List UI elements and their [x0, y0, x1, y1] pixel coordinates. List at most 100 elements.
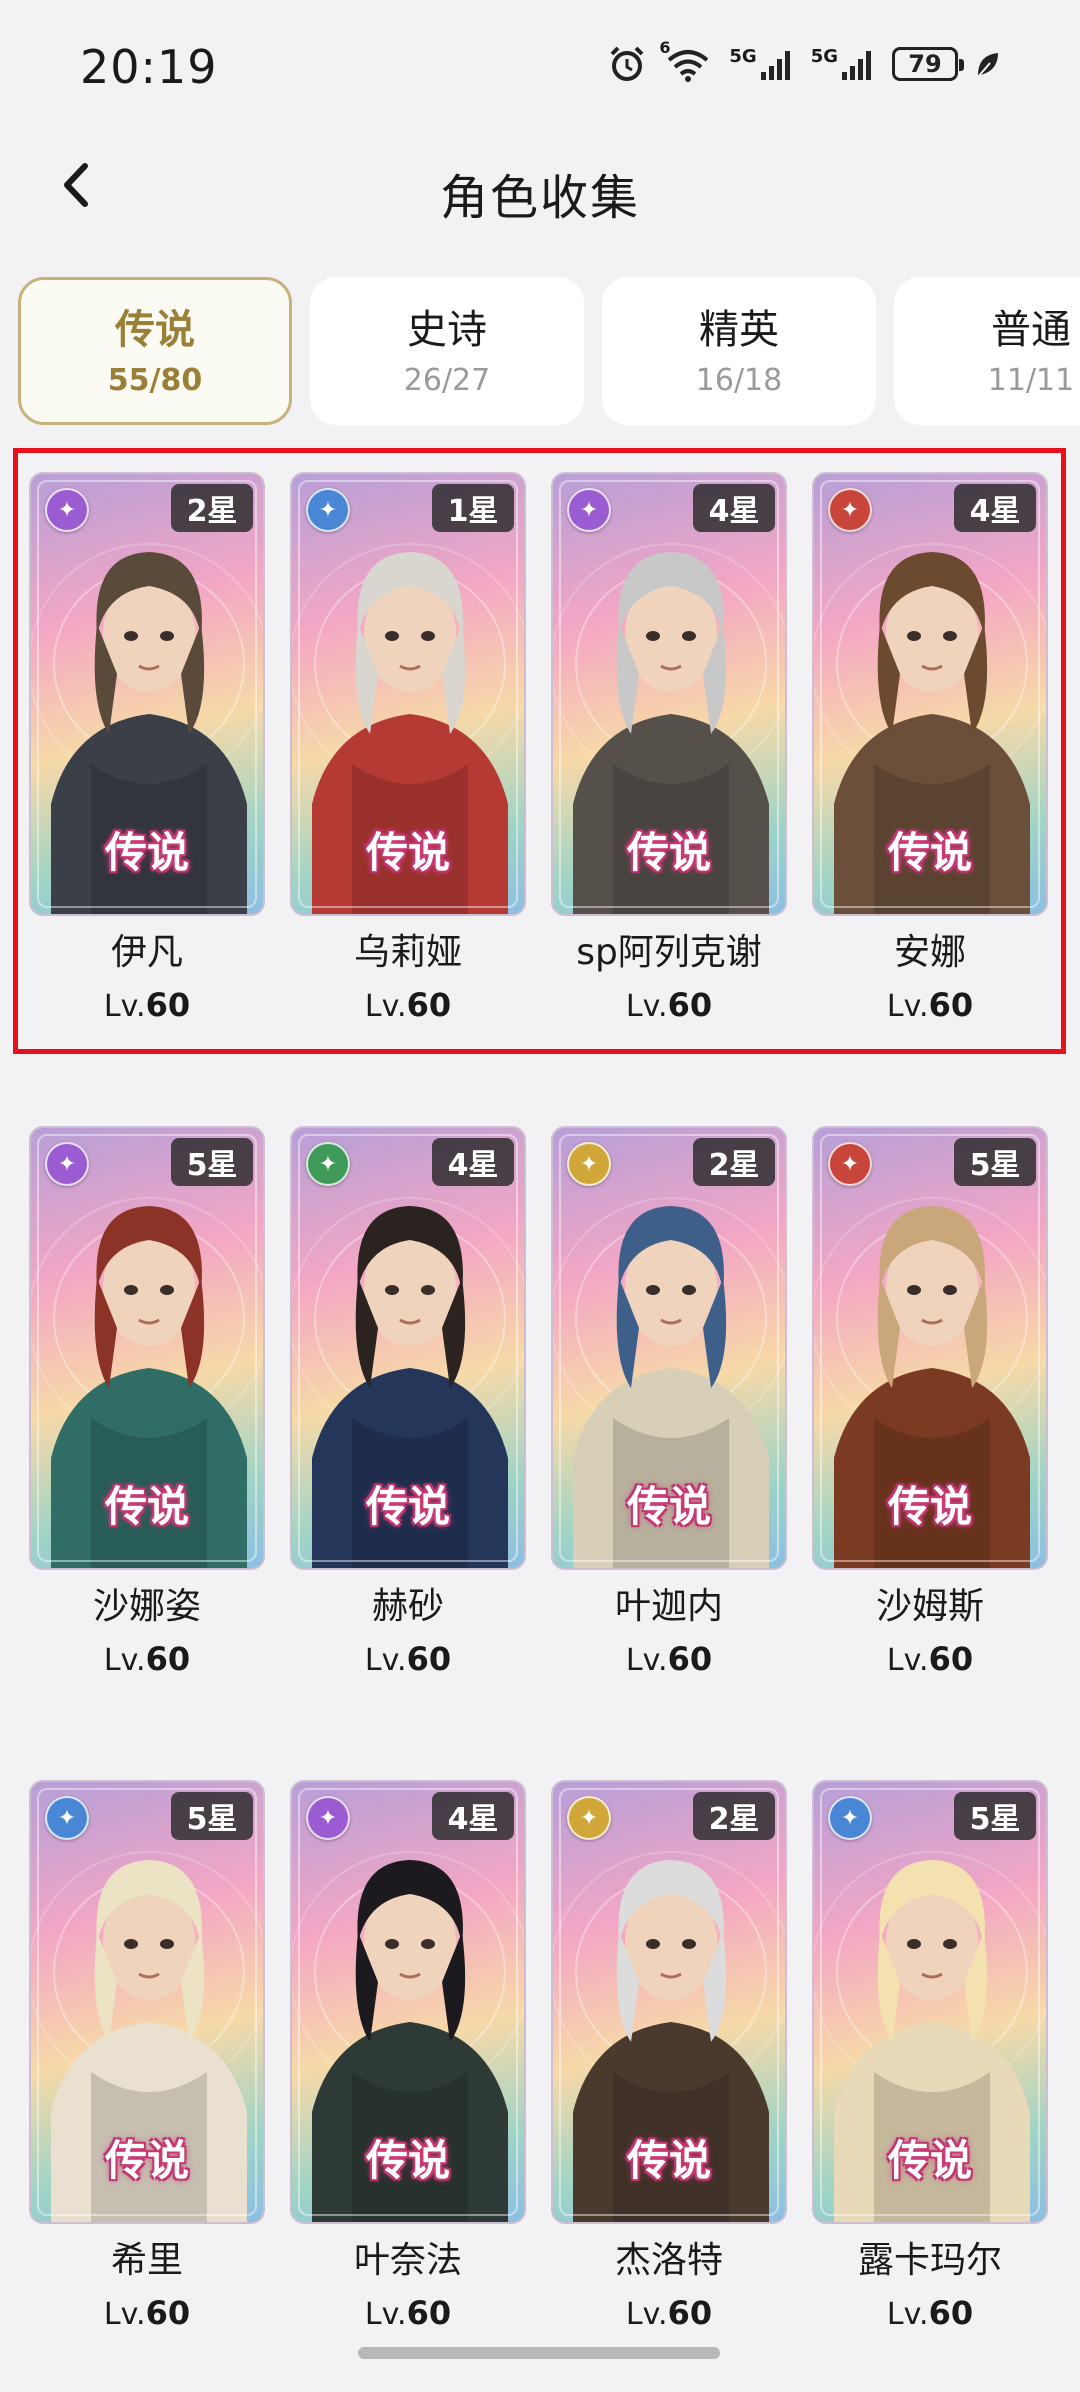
rarity-label: 传说 [104, 1482, 189, 1531]
tab-common[interactable]: 普通 11/11 [894, 277, 1080, 425]
character-card[interactable]: ✦ 4星 传说 叶奈法 Lv.60 [290, 1780, 526, 2332]
level-value: 60 [928, 986, 974, 1024]
character-portrait: ✦ 5星 传说 [812, 1780, 1048, 2224]
rarity-label: 传说 [626, 2136, 711, 2185]
character-level: Lv.60 [290, 986, 526, 1024]
star-badge: 2星 [693, 1138, 775, 1186]
tab-label: 传说 [115, 306, 195, 353]
character-card[interactable]: ✦ 4星 传说 sp阿列克谢 Lv.60 [551, 472, 787, 1024]
character-portrait: ✦ 4星 传说 [290, 1780, 526, 2224]
level-prefix: Lv. [625, 1643, 668, 1678]
signal-icon-2: 5G [811, 46, 876, 82]
character-level: Lv.60 [551, 1640, 787, 1678]
star-badge: 1星 [432, 484, 514, 532]
level-value: 60 [406, 1640, 452, 1678]
character-name: 沙姆斯 [875, 1586, 984, 1627]
character-portrait: ✦ 5星 传说 [29, 1126, 265, 1570]
character-level: Lv.60 [290, 1640, 526, 1678]
home-indicator[interactable] [358, 2347, 720, 2359]
blue-cross-icon: ✦ [828, 1796, 872, 1840]
rarity-label: 传说 [887, 2136, 972, 2185]
tab-label: 史诗 [407, 306, 487, 353]
purple-swirl-icon: ✦ [567, 488, 611, 532]
level-prefix: Lv. [103, 2297, 146, 2332]
star-badge: 4星 [693, 484, 775, 532]
character-name: 赫砂 [371, 1586, 444, 1627]
star-badge: 2星 [171, 484, 253, 532]
tab-legendary[interactable]: 传说 55/80 [18, 277, 292, 425]
character-name: 叶奈法 [353, 2240, 462, 2281]
character-card[interactable]: ✦ 5星 传说 沙姆斯 Lv.60 [812, 1126, 1048, 1678]
status-bar: 20:19 6 5G 5G 79 [0, 0, 1080, 130]
rarity-label: 传说 [626, 828, 711, 877]
character-portrait: ✦ 2星 传说 [551, 1126, 787, 1570]
character-name: sp阿列克谢 [576, 932, 762, 973]
blue-cross-icon: ✦ [45, 1796, 89, 1840]
character-grid: ✦ 2星 传说 伊凡 Lv.60 ✦ 1星 传说 乌莉娅 Lv.60 ✦ 4星 … [29, 472, 1051, 2332]
tab-elite[interactable]: 精英 16/18 [602, 277, 876, 425]
level-value: 60 [145, 1640, 191, 1678]
character-name: 露卡玛尔 [857, 2240, 1002, 2281]
level-prefix: Lv. [364, 2297, 407, 2332]
character-card[interactable]: ✦ 1星 传说 乌莉娅 Lv.60 [290, 472, 526, 1024]
header: 角色收集 [0, 130, 1080, 245]
rarity-tabs: 传说 55/80 史诗 26/27 精英 16/18 普通 11/11 [18, 277, 1080, 425]
character-card[interactable]: ✦ 2星 传说 伊凡 Lv.60 [29, 472, 265, 1024]
character-level: Lv.60 [551, 2294, 787, 2332]
level-value: 60 [406, 986, 452, 1024]
character-card[interactable]: ✦ 5星 传说 露卡玛尔 Lv.60 [812, 1780, 1048, 2332]
character-card[interactable]: ✦ 2星 传说 杰洛特 Lv.60 [551, 1780, 787, 2332]
character-portrait: ✦ 4星 传说 [290, 1126, 526, 1570]
character-level: Lv.60 [29, 1640, 265, 1678]
character-name: 安娜 [893, 932, 966, 973]
character-card[interactable]: ✦ 5星 传说 沙娜姿 Lv.60 [29, 1126, 265, 1678]
level-prefix: Lv. [103, 989, 146, 1024]
level-prefix: Lv. [364, 1643, 407, 1678]
level-value: 60 [928, 2294, 974, 2332]
level-prefix: Lv. [625, 989, 668, 1024]
network-type-2: 5G [810, 46, 838, 67]
signal-icon-1: 5G [729, 46, 794, 82]
character-card[interactable]: ✦ 4星 传说 安娜 Lv.60 [812, 472, 1048, 1024]
character-card[interactable]: ✦ 2星 传说 叶迦内 Lv.60 [551, 1126, 787, 1678]
character-portrait: ✦ 5星 传说 [29, 1780, 265, 2224]
level-prefix: Lv. [103, 1643, 146, 1678]
rarity-label: 传说 [365, 1482, 450, 1531]
tab-epic[interactable]: 史诗 26/27 [310, 277, 584, 425]
level-value: 60 [667, 2294, 713, 2332]
green-shield-icon: ✦ [306, 1142, 350, 1186]
tab-count: 16/18 [695, 362, 783, 398]
level-value: 60 [406, 2294, 452, 2332]
level-value: 60 [928, 1640, 974, 1678]
level-prefix: Lv. [886, 1643, 929, 1678]
wifi-icon: 6 [659, 38, 713, 84]
rarity-label: 传说 [104, 2136, 189, 2185]
star-badge: 4星 [432, 1792, 514, 1840]
character-level: Lv.60 [812, 986, 1048, 1024]
gold-star-icon: ✦ [567, 1142, 611, 1186]
character-card[interactable]: ✦ 4星 传说 赫砂 Lv.60 [290, 1126, 526, 1678]
star-badge: 5星 [954, 1792, 1036, 1840]
character-name: 乌莉娅 [353, 932, 462, 973]
character-portrait: ✦ 1星 传说 [290, 472, 526, 916]
character-portrait: ✦ 5星 传说 [812, 1126, 1048, 1570]
character-level: Lv.60 [551, 986, 787, 1024]
battery-level: 79 [908, 50, 942, 78]
tab-count: 55/80 [107, 362, 203, 398]
red-sword-icon: ✦ [828, 1142, 872, 1186]
level-value: 60 [145, 2294, 191, 2332]
character-level: Lv.60 [29, 2294, 265, 2332]
character-level: Lv.60 [29, 986, 265, 1024]
tab-count: 26/27 [403, 362, 491, 398]
rarity-label: 传说 [104, 828, 189, 877]
leaf-icon [974, 49, 1002, 79]
character-level: Lv.60 [812, 2294, 1048, 2332]
tab-label: 精英 [699, 306, 779, 353]
battery-icon: 79 [892, 47, 964, 81]
character-card[interactable]: ✦ 5星 传说 希里 Lv.60 [29, 1780, 265, 2332]
level-prefix: Lv. [886, 989, 929, 1024]
purple-swirl-icon: ✦ [45, 1142, 89, 1186]
rarity-label: 传说 [887, 828, 972, 877]
tab-count: 11/11 [987, 362, 1075, 398]
level-value: 60 [667, 1640, 713, 1678]
